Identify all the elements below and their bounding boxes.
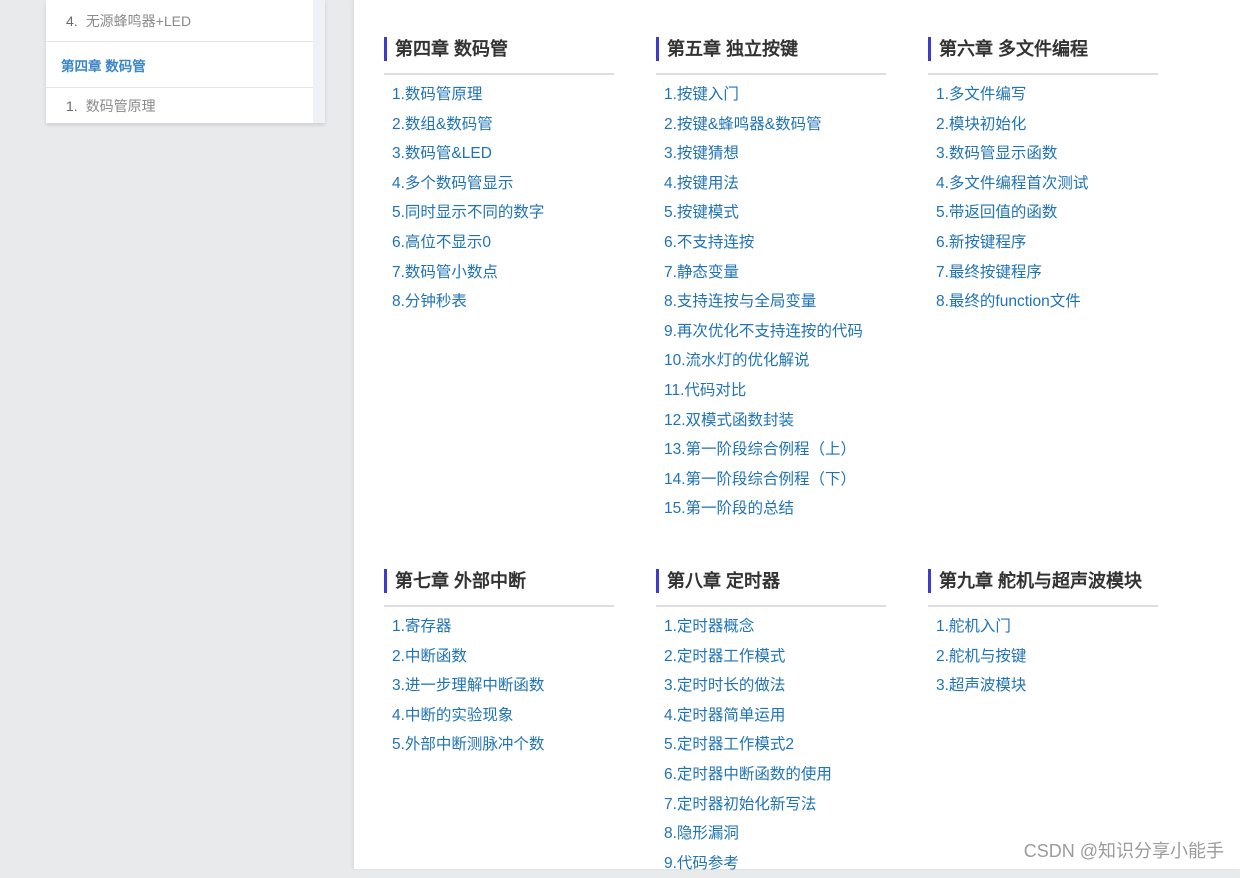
chapter-header: 第八章 定时器 (656, 569, 886, 607)
chapter-lesson-list: 1.寄存器2.中断函数3.进一步理解中断函数4.中断的实验现象5.外部中断测脉冲… (384, 612, 614, 760)
chapter-title: 第四章 数码管 (395, 37, 508, 61)
chapter-accent-bar (656, 569, 659, 593)
chapter-header: 第七章 外部中断 (384, 569, 614, 607)
lesson-link[interactable]: 1.寄存器 (384, 612, 614, 642)
lesson-link[interactable]: 2.模块初始化 (928, 110, 1158, 140)
lesson-link[interactable]: 7.静态变量 (656, 258, 886, 288)
lesson-link[interactable]: 13.第一阶段综合例程（上） (656, 435, 886, 465)
lesson-link[interactable]: 7.数码管小数点 (384, 258, 614, 288)
lesson-link[interactable]: 3.超声波模块 (928, 671, 1158, 701)
chapter-header: 第四章 数码管 (384, 37, 614, 75)
left-background (0, 0, 354, 869)
lesson-link[interactable]: 3.进一步理解中断函数 (384, 671, 614, 701)
chapter-lesson-list: 1.按键入门2.按键&蜂鸣器&数码管3.按键猜想4.按键用法5.按键模式6.不支… (656, 80, 886, 524)
lesson-link[interactable]: 14.第一阶段综合例程（下） (656, 465, 886, 495)
sidebar-toc: 4. 无源蜂鸣器+LED 第四章 数码管 1. 数码管原理 (46, 0, 325, 123)
chapter-title: 第六章 多文件编程 (939, 37, 1088, 61)
lesson-link[interactable]: 1.定时器概念 (656, 612, 886, 642)
lesson-link[interactable]: 2.舵机与按键 (928, 642, 1158, 672)
lesson-link[interactable]: 1.数码管原理 (384, 80, 614, 110)
chapter-title: 第五章 独立按键 (667, 37, 798, 61)
lesson-link[interactable]: 5.同时显示不同的数字 (384, 198, 614, 228)
chapter-lesson-list: 1.舵机入门2.舵机与按键3.超声波模块 (928, 612, 1158, 701)
chapter-title: 第八章 定时器 (667, 569, 780, 593)
lesson-link[interactable]: 4.按键用法 (656, 169, 886, 199)
sidebar-item-buzzer-led[interactable]: 4. 无源蜂鸣器+LED (46, 0, 313, 42)
chapter-7: 第七章 外部中断 1.寄存器2.中断函数3.进一步理解中断函数4.中断的实验现象… (384, 569, 614, 760)
lesson-link[interactable]: 2.定时器工作模式 (656, 642, 886, 672)
sidebar-section-label: 第四章 数码管 (61, 55, 146, 75)
chapter-lesson-list: 1.多文件编写2.模块初始化3.数码管显示函数4.多文件编程首次测试5.带返回值… (928, 80, 1158, 317)
chapter-header: 第五章 独立按键 (656, 37, 886, 75)
chapter-5: 第五章 独立按键 1.按键入门2.按键&蜂鸣器&数码管3.按键猜想4.按键用法5… (656, 37, 886, 524)
chapter-title: 第九章 舵机与超声波模块 (939, 569, 1142, 593)
lesson-link[interactable]: 7.最终按键程序 (928, 258, 1158, 288)
sidebar-section-chapter-4[interactable]: 第四章 数码管 (46, 42, 313, 88)
chapter-header: 第六章 多文件编程 (928, 37, 1158, 75)
sidebar-item-label: 无源蜂鸣器+LED (86, 11, 191, 31)
chapter-8: 第八章 定时器 1.定时器概念2.定时器工作模式3.定时时长的做法4.定时器简单… (656, 569, 886, 878)
lesson-link[interactable]: 3.数码管&LED (384, 139, 614, 169)
sidebar-item-number: 4. (66, 13, 78, 29)
lesson-link[interactable]: 11.代码对比 (656, 376, 886, 406)
lesson-link[interactable]: 3.按键猜想 (656, 139, 886, 169)
lesson-link[interactable]: 12.双模式函数封装 (656, 406, 886, 436)
lesson-link[interactable]: 7.定时器初始化新写法 (656, 790, 886, 820)
chapter-accent-bar (384, 37, 387, 61)
chapter-accent-bar (384, 569, 387, 593)
chapter-accent-bar (928, 37, 931, 61)
lesson-link[interactable]: 9.再次优化不支持连按的代码 (656, 317, 886, 347)
chapter-4: 第四章 数码管 1.数码管原理2.数组&数码管3.数码管&LED4.多个数码管显… (384, 37, 614, 317)
chapter-header: 第九章 舵机与超声波模块 (928, 569, 1158, 607)
sidebar-item-label: 数码管原理 (86, 96, 156, 116)
chapter-6: 第六章 多文件编程 1.多文件编写2.模块初始化3.数码管显示函数4.多文件编程… (928, 37, 1158, 317)
lesson-link[interactable]: 2.按键&蜂鸣器&数码管 (656, 110, 886, 140)
chapter-lesson-list: 1.定时器概念2.定时器工作模式3.定时时长的做法4.定时器简单运用5.定时器工… (656, 612, 886, 878)
lesson-link[interactable]: 4.中断的实验现象 (384, 701, 614, 731)
lesson-link[interactable]: 4.定时器简单运用 (656, 701, 886, 731)
lesson-link[interactable]: 3.定时时长的做法 (656, 671, 886, 701)
lesson-link[interactable]: 2.中断函数 (384, 642, 614, 672)
lesson-link[interactable]: 8.分钟秒表 (384, 287, 614, 317)
main-content: 第四章 数码管 1.数码管原理2.数组&数码管3.数码管&LED4.多个数码管显… (354, 0, 1240, 869)
lesson-link[interactable]: 5.按键模式 (656, 198, 886, 228)
lesson-link[interactable]: 10.流水灯的优化解说 (656, 346, 886, 376)
sidebar-item-segment-principle[interactable]: 1. 数码管原理 (46, 88, 313, 123)
lesson-link[interactable]: 6.不支持连按 (656, 228, 886, 258)
lesson-link[interactable]: 4.多个数码管显示 (384, 169, 614, 199)
lesson-link[interactable]: 5.定时器工作模式2 (656, 730, 886, 760)
lesson-link[interactable]: 1.多文件编写 (928, 80, 1158, 110)
sidebar-item-number: 1. (66, 98, 78, 114)
lesson-link[interactable]: 8.支持连按与全局变量 (656, 287, 886, 317)
lesson-link[interactable]: 5.带返回值的函数 (928, 198, 1158, 228)
lesson-link[interactable]: 8.隐形漏洞 (656, 819, 886, 849)
lesson-link[interactable]: 2.数组&数码管 (384, 110, 614, 140)
csdn-watermark: CSDN @知识分享小能手 (1024, 837, 1224, 863)
lesson-link[interactable]: 6.新按键程序 (928, 228, 1158, 258)
chapter-9: 第九章 舵机与超声波模块 1.舵机入门2.舵机与按键3.超声波模块 (928, 569, 1158, 701)
chapter-lesson-list: 1.数码管原理2.数组&数码管3.数码管&LED4.多个数码管显示5.同时显示不… (384, 80, 614, 317)
chapter-accent-bar (928, 569, 931, 593)
chapter-accent-bar (656, 37, 659, 61)
lesson-link[interactable]: 6.定时器中断函数的使用 (656, 760, 886, 790)
lesson-link[interactable]: 1.舵机入门 (928, 612, 1158, 642)
sidebar-scrollbar[interactable] (313, 0, 325, 123)
lesson-link[interactable]: 15.第一阶段的总结 (656, 494, 886, 524)
lesson-link[interactable]: 1.按键入门 (656, 80, 886, 110)
lesson-link[interactable]: 3.数码管显示函数 (928, 139, 1158, 169)
lesson-link[interactable]: 6.高位不显示0 (384, 228, 614, 258)
lesson-link[interactable]: 9.代码参考 (656, 849, 886, 878)
lesson-link[interactable]: 5.外部中断测脉冲个数 (384, 730, 614, 760)
lesson-link[interactable]: 8.最终的function文件 (928, 287, 1158, 317)
chapter-title: 第七章 外部中断 (395, 569, 526, 593)
lesson-link[interactable]: 4.多文件编程首次测试 (928, 169, 1158, 199)
